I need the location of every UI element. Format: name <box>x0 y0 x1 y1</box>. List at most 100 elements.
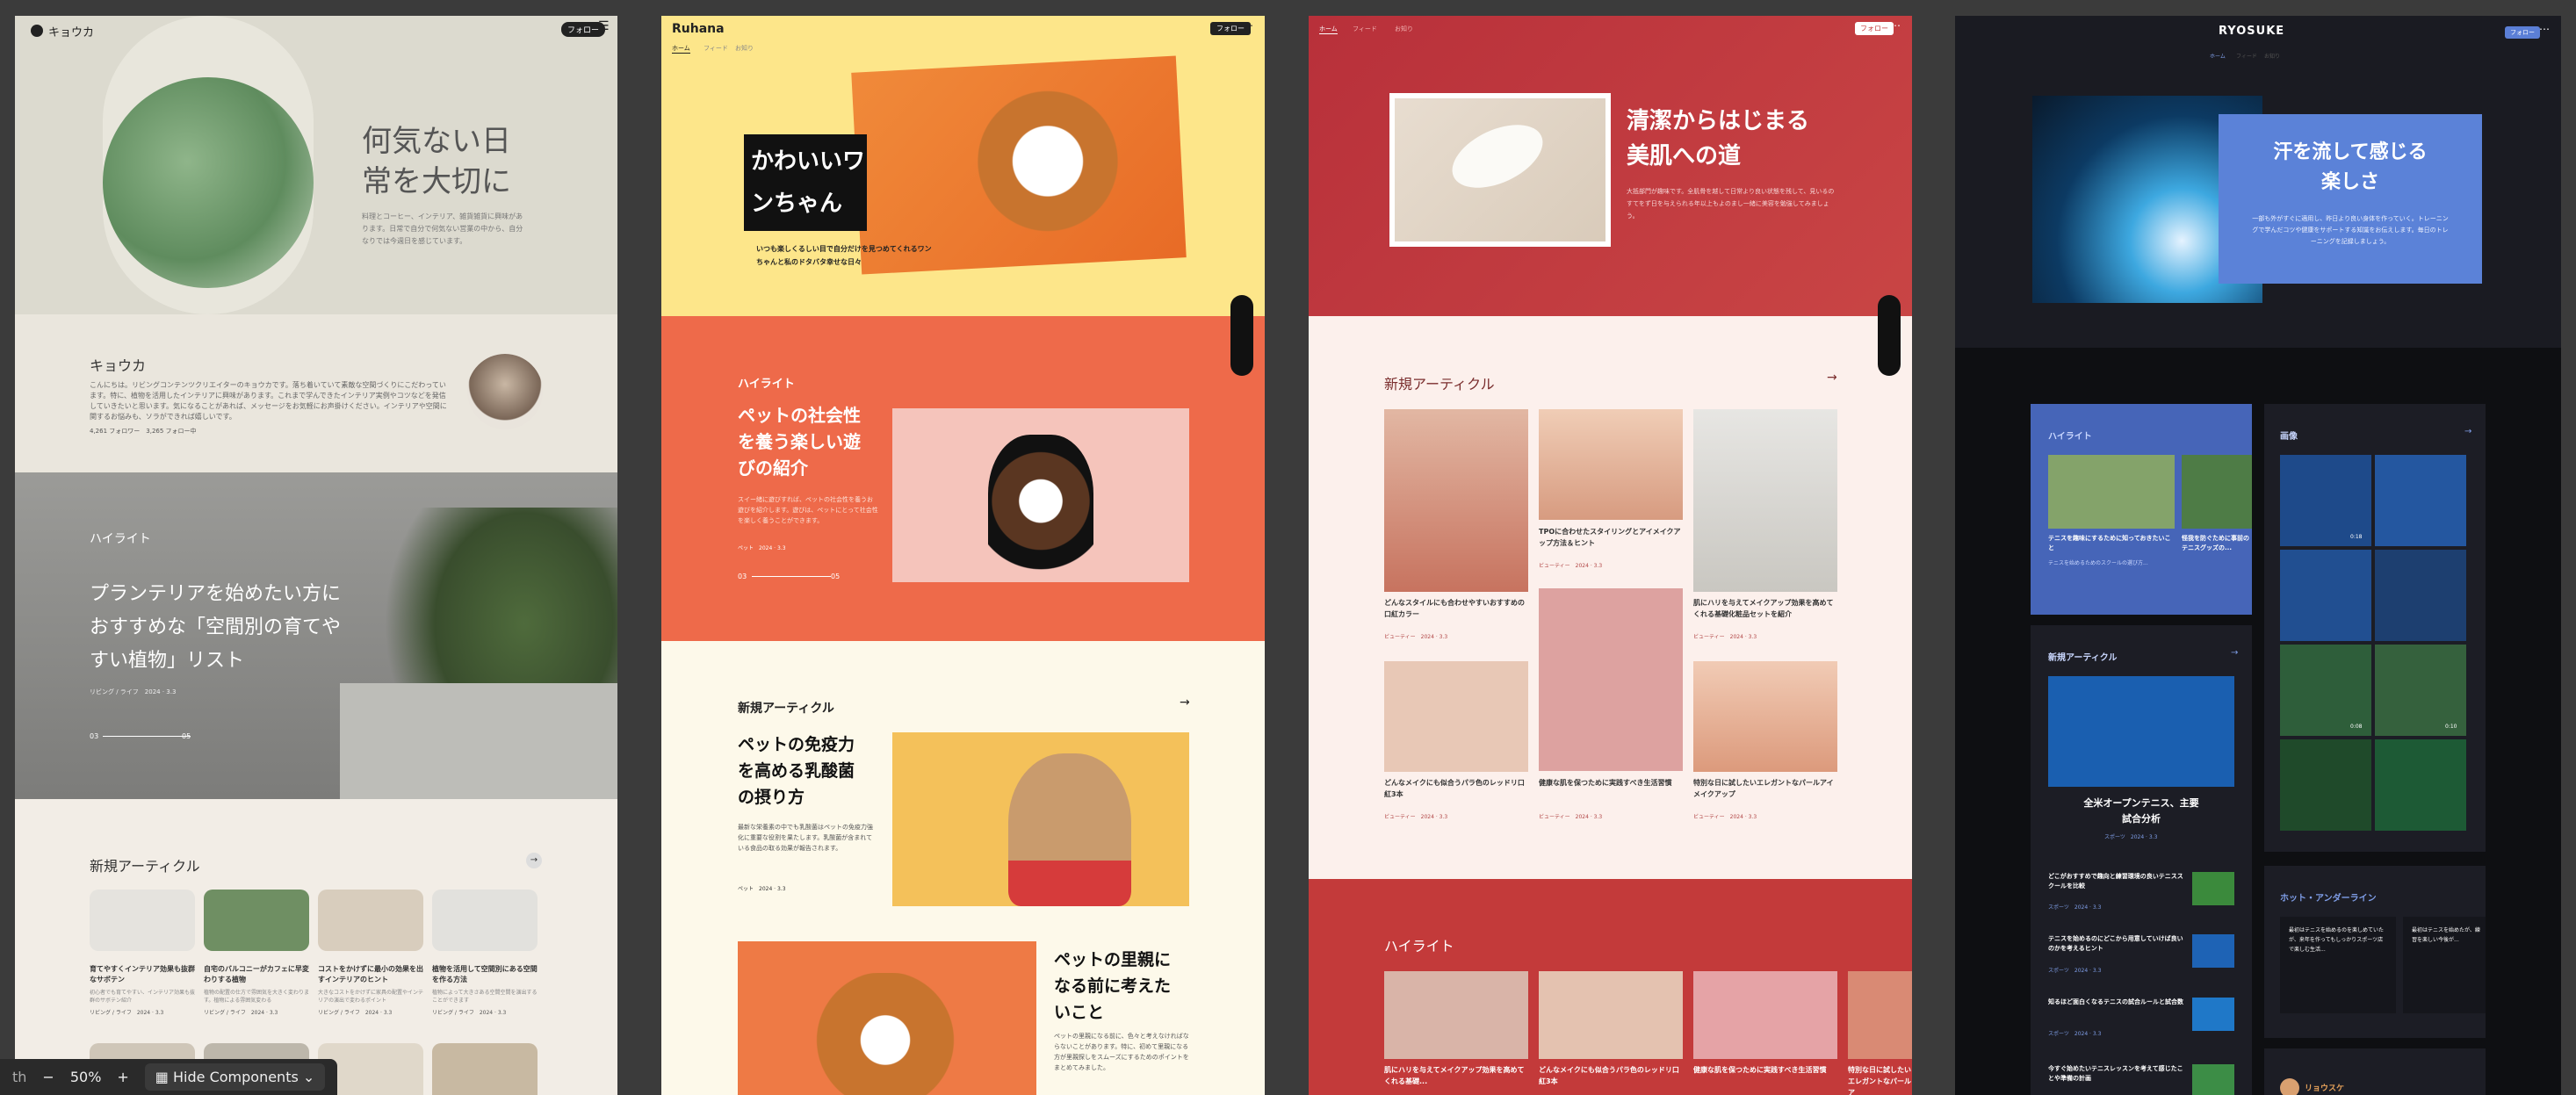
gallery-image[interactable] <box>2375 455 2466 546</box>
article-image[interactable] <box>90 890 195 951</box>
article-title[interactable]: コストをかけずに最小の効果を出すインテリアのヒント <box>318 964 423 985</box>
side-badge[interactable] <box>1878 295 1901 376</box>
gallery-image[interactable] <box>2280 455 2371 546</box>
brand-name[interactable]: RYOSUKE <box>2219 25 2284 38</box>
list-item-title[interactable]: 今すぐ始めたいテニスレッスンを考えて感じたことや準備の計画 <box>2048 1064 2189 1084</box>
highlight-title[interactable]: プランテリアを始めたい方に おすすめな「空間別の育てや すい植物」リスト <box>90 578 341 678</box>
article-title[interactable]: 肌にハリを与えてメイクアップ効果を高めてくれる基礎化粧品セットを紹介 <box>1693 597 1837 620</box>
new-articles-heading: 新規アーティクル <box>1384 376 1495 393</box>
arrow-right-icon[interactable]: → <box>2231 648 2238 658</box>
avatar[interactable] <box>2280 1078 2299 1095</box>
zoom-in-button[interactable]: + <box>117 1069 128 1085</box>
highlight-image[interactable] <box>1384 971 1528 1059</box>
canvas: キョウカ フォロー ☰ 何気ない日 常を大切に 料理とコーヒー、インテリア、雑貨… <box>0 0 2576 1095</box>
profile-name: キョウカ <box>90 357 147 374</box>
article-title[interactable]: どんなスタイルにも合わせやすいおすすめの口紅カラー <box>1384 597 1528 620</box>
list-item-meta: スポーツ 2024 · 3.3 <box>2048 904 2102 911</box>
side-badge[interactable] <box>1230 295 1253 376</box>
more-icon[interactable]: ⋯ <box>2539 23 2550 35</box>
tab-feed[interactable]: フィード <box>1353 25 1377 33</box>
article-image[interactable] <box>1693 409 1837 592</box>
zoom-out-button[interactable]: − <box>42 1069 54 1085</box>
tab-news[interactable]: お知り <box>2264 52 2280 60</box>
list-item-title[interactable]: 知るほど面白くなるテニスの試合ルールと試合数 <box>2048 998 2189 1007</box>
site-preview-kyouka[interactable]: キョウカ フォロー ☰ 何気ない日 常を大切に 料理とコーヒー、インテリア、雑貨… <box>15 16 617 1095</box>
site-preview-beauty[interactable]: ホーム フィード お知り フォロー ⋯ 清潔からはじまる 美肌への道 大抵部門が… <box>1309 16 1912 1095</box>
article-image[interactable] <box>1384 661 1528 772</box>
logo-icon <box>31 25 43 37</box>
gallery-image[interactable] <box>2280 550 2371 641</box>
tab-home[interactable]: ホーム <box>1319 25 1338 34</box>
gallery-image[interactable] <box>2375 739 2466 831</box>
follow-button[interactable]: フォロー <box>1855 22 1894 35</box>
highlight-image[interactable] <box>1539 971 1683 1059</box>
article-image[interactable] <box>318 890 423 951</box>
article-image[interactable] <box>432 1043 538 1095</box>
highlight-title[interactable]: ペットの社会性 を養う楽しい遊 びの紹介 <box>738 402 861 481</box>
zoom-level[interactable]: 50% <box>70 1069 102 1085</box>
article-title[interactable]: 育てやすくインテリア効果も抜群なサボテン <box>90 964 195 985</box>
highlight-title[interactable]: 健康な肌を保つために実践すべき生活習慣 <box>1693 1064 1837 1076</box>
hide-components-label: Hide Components <box>173 1069 299 1085</box>
gallery-image[interactable] <box>2280 645 2371 736</box>
article-image[interactable] <box>1693 661 1837 772</box>
list-item-thumb[interactable] <box>2192 934 2234 968</box>
article-image[interactable] <box>1384 409 1528 592</box>
profile-text: こんにちは。リビングコンテンツクリエイターのキョウカです。落ち着いていて素敵な空… <box>90 381 447 421</box>
article-title[interactable]: TPOに合わせたスタイリングとアイメイクアップ方法＆ヒント <box>1539 526 1683 549</box>
article-image[interactable] <box>204 890 309 951</box>
article-text: 植物の配置の仕方で雰囲気を大きく変わります。植物による雰囲気変わる <box>204 990 310 1004</box>
feature-image[interactable] <box>2048 676 2234 787</box>
arrow-right-icon[interactable]: → <box>2464 427 2471 436</box>
more-icon[interactable]: ⋯ <box>1890 19 1901 32</box>
list-item-title[interactable]: どこがおすすめで趣向と練習環境の良いテニススクールを比較 <box>2048 872 2189 891</box>
article-image[interactable] <box>1539 588 1683 771</box>
more-icon[interactable]: ⋯ <box>1243 19 1253 32</box>
highlight-image[interactable] <box>2182 455 2252 529</box>
gallery-image[interactable] <box>2280 739 2371 831</box>
site-preview-ruhana[interactable]: Ruhana フォロー ⋯ ホーム フィード お知り かわいいワ ンちゃん いつ… <box>661 16 1265 1095</box>
highlight-title[interactable]: テニスを趣味にするために知っておきたいこと <box>2048 534 2175 553</box>
highlight-title[interactable]: どんなメイクにも似合うパラ色のレッドリ口紅3本 <box>1539 1064 1683 1087</box>
article-title[interactable]: 自宅のバルコニーがカフェに早変わりする植物 <box>204 964 309 985</box>
article-title[interactable]: ペットの里親に なる前に考えた いこと <box>1054 947 1171 1026</box>
highlight-title[interactable]: 怪我を防ぐために事前のテニスグッズの... <box>2182 534 2252 553</box>
feature-title[interactable]: 全米オープンテニス、主要 試合分析 <box>2048 796 2234 827</box>
follow-button[interactable]: フォロー <box>2505 26 2540 39</box>
gallery-image[interactable] <box>2375 550 2466 641</box>
tab-feed[interactable]: フィード <box>2236 52 2257 60</box>
tab-news[interactable]: お知り <box>1395 25 1413 33</box>
arrow-right-icon[interactable]: → <box>526 853 542 868</box>
list-item-thumb[interactable] <box>2192 872 2234 905</box>
tab-feed[interactable]: フィード <box>704 44 728 53</box>
hide-components-button[interactable]: ▦ Hide Components ⌄ <box>144 1063 326 1091</box>
arrow-right-icon[interactable]: → <box>1827 371 1837 385</box>
article-title[interactable]: 特別な日に試したいエレガントなパールアイメイクアップ <box>1693 777 1837 800</box>
highlight-image[interactable] <box>1693 971 1837 1059</box>
brand-name[interactable]: キョウカ <box>48 23 94 40</box>
highlight-image[interactable] <box>2048 455 2175 529</box>
gallery-image[interactable] <box>2375 645 2466 736</box>
article-title[interactable]: 健康な肌を保つために実践すべき生活習慣 <box>1539 777 1683 789</box>
tab-news[interactable]: お知り <box>735 44 754 53</box>
site-preview-ryosuke[interactable]: RYOSUKE フォロー ⋯ ホーム フィード お知り 汗を流して感じる 楽しさ… <box>1955 16 2561 1095</box>
highlight-title[interactable]: 特別な日に試したいエレガントなパールア <box>1848 1064 1912 1095</box>
list-item-thumb[interactable] <box>2192 998 2234 1031</box>
article-title[interactable]: ペットの免疫力 を高める乳酸菌 の摂り方 <box>738 731 855 810</box>
tab-home[interactable]: ホーム <box>672 44 690 54</box>
menu-icon[interactable]: ☰ <box>598 19 610 33</box>
arrow-right-icon[interactable]: → <box>1180 695 1190 710</box>
highlight-title[interactable]: 肌にハリを与えてメイクアップ効果を高めてくれる基礎... <box>1384 1064 1528 1087</box>
article-title[interactable]: どんなメイクにも似合うパラ色のレッドリ口紅3本 <box>1384 777 1528 800</box>
follower-counts[interactable]: 4,261 フォロワー 3,265 フォロー中 <box>90 427 197 436</box>
list-item-title[interactable]: テニスを始めるのにどこから用意していけば良いのかを考えるヒント <box>2048 934 2189 954</box>
tab-home[interactable]: ホーム <box>2210 52 2226 60</box>
avatar[interactable] <box>467 354 543 429</box>
brand-name[interactable]: Ruhana <box>672 22 725 36</box>
article-image[interactable] <box>432 890 538 951</box>
highlight-image[interactable] <box>1848 971 1912 1059</box>
list-item-thumb[interactable] <box>2192 1064 2234 1095</box>
video-duration: 0:18 <box>2350 534 2363 540</box>
article-image[interactable] <box>1539 409 1683 520</box>
article-title[interactable]: 植物を活用して空間別にある空間を作る方法 <box>432 964 538 985</box>
